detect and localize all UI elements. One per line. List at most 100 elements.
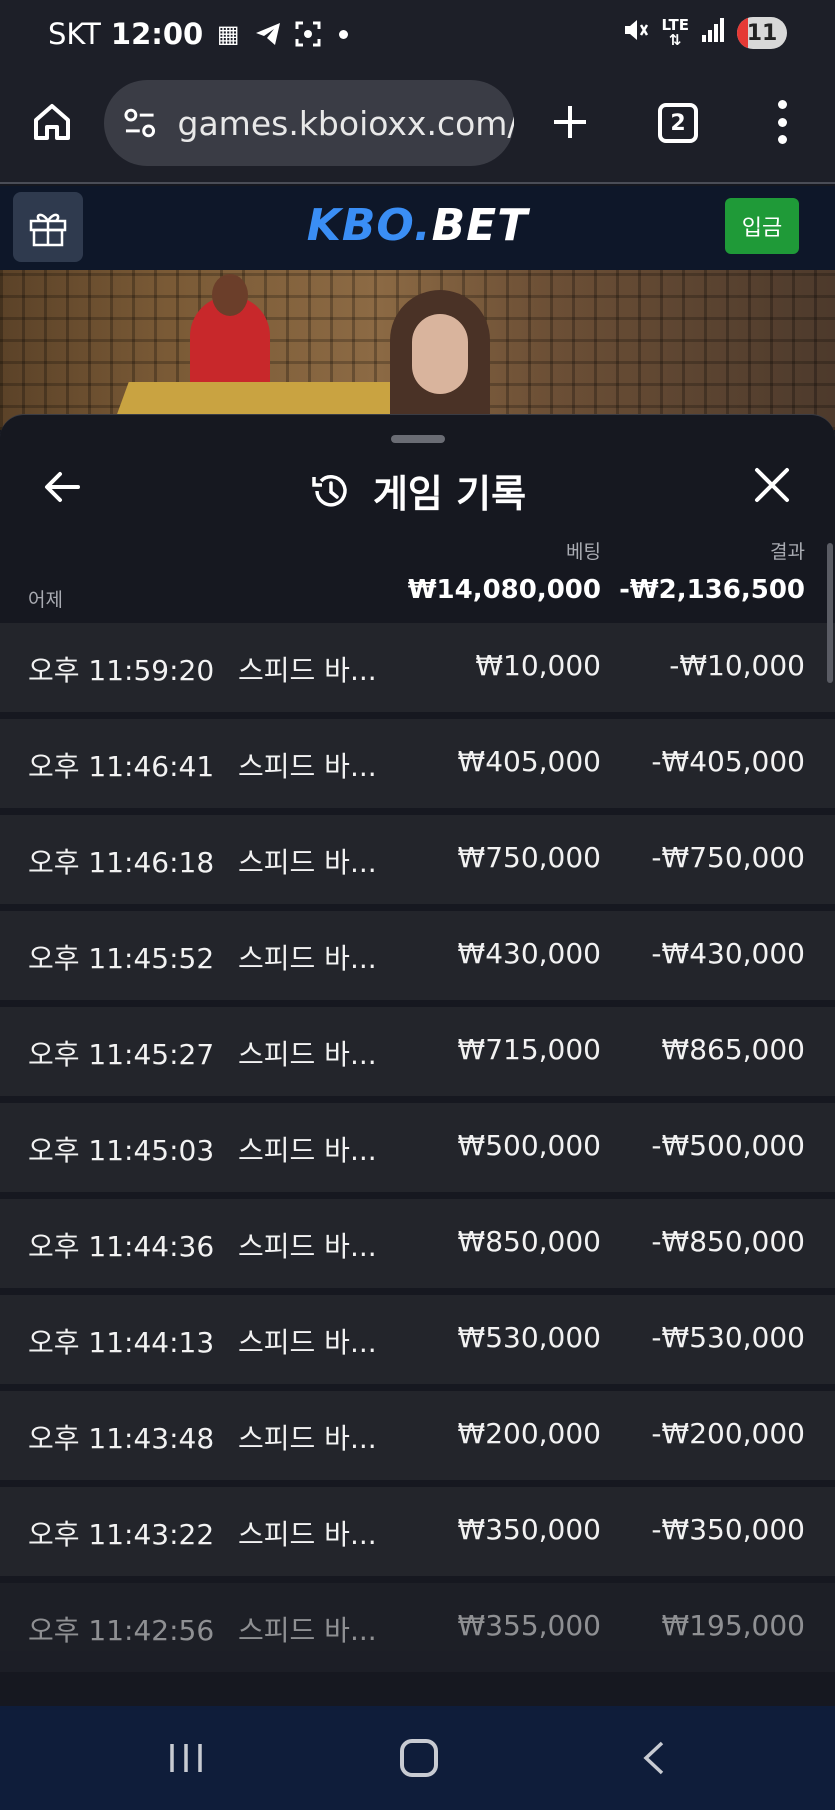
- row-bet: ₩355,000: [457, 1609, 601, 1642]
- row-result: -₩200,000: [651, 1417, 805, 1450]
- game-history-panel: 게임 기록 베팅 결과 어제 ₩14,080,000 -₩2,136,500 오…: [0, 414, 835, 1706]
- row-time: 오후 11:46:18: [28, 846, 215, 879]
- close-icon: [755, 468, 789, 502]
- row-game: 스피드 바...: [238, 1326, 377, 1359]
- system-home-button[interactable]: [400, 1739, 438, 1777]
- recents-icon: [170, 1744, 202, 1772]
- row-bet: ₩405,000: [457, 745, 601, 778]
- row-game: 스피드 바...: [238, 750, 377, 783]
- history-row[interactable]: 오후 11:43:22 스피드 바... ₩350,000 -₩350,000: [0, 1487, 835, 1576]
- row-result: -₩405,000: [651, 745, 805, 778]
- date-group-label: 어제: [28, 589, 63, 611]
- history-row[interactable]: 오후 11:46:18 스피드 바... ₩750,000 -₩750,000: [0, 815, 835, 904]
- telegram-icon: [253, 19, 283, 49]
- history-row[interactable]: 오후 11:46:41 스피드 바... ₩405,000 -₩405,000: [0, 719, 835, 808]
- signal-icon: [701, 17, 725, 49]
- panel-title-text: 게임 기록: [372, 472, 527, 516]
- new-tab-button[interactable]: [548, 100, 592, 144]
- row-time: 오후 11:45:52: [28, 942, 215, 975]
- network-type-label: LTE: [661, 16, 689, 34]
- row-game: 스피드 바...: [238, 1518, 377, 1551]
- history-row[interactable]: 오후 11:59:20 스피드 바... ₩10,000 -₩10,000: [0, 623, 835, 712]
- row-bet: ₩750,000: [457, 841, 601, 874]
- row-result: -₩500,000: [651, 1129, 805, 1162]
- panel-title: 게임 기록: [0, 463, 835, 518]
- bet-column-header: 베팅: [566, 541, 601, 563]
- history-row[interactable]: 오후 11:43:48 스피드 바... ₩200,000 -₩200,000: [0, 1391, 835, 1480]
- browser-toolbar: games.kboioxx.com/ 2: [0, 70, 835, 184]
- history-icon: [312, 474, 347, 507]
- logo-text-bet: BET: [431, 200, 529, 251]
- history-row[interactable]: 오후 11:42:56 스피드 바... ₩355,000 ₩195,000: [0, 1583, 835, 1672]
- site-header: KBO.BET 입금: [0, 186, 835, 270]
- history-row[interactable]: 오후 11:45:03 스피드 바... ₩500,000 -₩500,000: [0, 1103, 835, 1192]
- dealer-figure-foreground: [390, 290, 490, 430]
- row-time: 오후 11:45:03: [28, 1134, 215, 1167]
- history-list: 오후 11:59:20 스피드 바... ₩10,000 -₩10,000 오후…: [0, 623, 835, 1679]
- battery-icon: 11: [737, 17, 787, 49]
- more-dot-icon: [777, 100, 787, 109]
- row-bet: ₩850,000: [457, 1225, 601, 1258]
- system-back-button[interactable]: [638, 1740, 668, 1776]
- plus-icon: [554, 106, 586, 138]
- scrollbar[interactable]: [827, 543, 833, 683]
- history-row[interactable]: 오후 11:45:52 스피드 바... ₩430,000 -₩430,000: [0, 911, 835, 1000]
- history-row[interactable]: 오후 11:44:36 스피드 바... ₩850,000 -₩850,000: [0, 1199, 835, 1288]
- row-bet: ₩500,000: [457, 1129, 601, 1162]
- row-time: 오후 11:46:41: [28, 750, 215, 783]
- row-result: -₩530,000: [651, 1321, 805, 1354]
- row-result: -₩350,000: [651, 1513, 805, 1546]
- browser-home-button[interactable]: [30, 100, 74, 144]
- row-result: ₩195,000: [661, 1609, 805, 1642]
- row-time: 오후 11:45:27: [28, 1038, 215, 1071]
- clock: 12:00: [110, 17, 204, 51]
- row-bet: ₩10,000: [475, 649, 601, 682]
- url-text[interactable]: games.kboioxx.com/: [178, 104, 514, 143]
- row-game: 스피드 바...: [238, 654, 377, 687]
- row-result: -₩430,000: [651, 937, 805, 970]
- mute-vibrate-icon: [623, 16, 649, 50]
- row-result: -₩750,000: [651, 841, 805, 874]
- screenshot-icon: [293, 19, 323, 49]
- recent-apps-button[interactable]: [168, 1742, 204, 1774]
- row-time: 오후 11:43:22: [28, 1518, 215, 1551]
- tab-switcher-button[interactable]: 2: [658, 103, 698, 143]
- qr-app-icon: ▦: [216, 20, 240, 48]
- row-bet: ₩430,000: [457, 937, 601, 970]
- site-settings-icon[interactable]: [122, 105, 158, 141]
- deposit-button[interactable]: 입금: [725, 198, 799, 254]
- home-icon: [34, 104, 70, 140]
- row-time: 오후 11:44:13: [28, 1326, 215, 1359]
- row-result: ₩865,000: [661, 1033, 805, 1066]
- carrier-label: SKT: [48, 17, 101, 51]
- live-game-video[interactable]: [0, 270, 835, 430]
- status-bar-left: SKT 12:00 ▦: [48, 14, 349, 54]
- row-game: 스피드 바...: [238, 942, 377, 975]
- row-time: 오후 11:43:48: [28, 1422, 215, 1455]
- system-nav-bar: [0, 1706, 835, 1810]
- result-column-header: 결과: [770, 541, 805, 563]
- row-game: 스피드 바...: [238, 1038, 377, 1071]
- row-result: -₩10,000: [669, 649, 805, 682]
- more-dot-icon: [777, 135, 787, 144]
- status-bar-right: LTE ⇅ 11: [623, 16, 787, 50]
- row-time: 오후 11:44:36: [28, 1230, 215, 1263]
- row-result: -₩850,000: [651, 1225, 805, 1258]
- tab-count: 2: [670, 110, 686, 136]
- browser-menu-button[interactable]: [776, 100, 788, 144]
- close-button[interactable]: [752, 465, 792, 505]
- history-row[interactable]: 오후 11:45:27 스피드 바... ₩715,000 ₩865,000: [0, 1007, 835, 1096]
- drag-handle[interactable]: [391, 435, 445, 443]
- address-bar[interactable]: games.kboioxx.com/: [104, 80, 514, 166]
- row-game: 스피드 바...: [238, 1614, 377, 1647]
- history-row[interactable]: 오후 11:44:13 스피드 바... ₩530,000 -₩530,000: [0, 1295, 835, 1384]
- notification-dot-icon: [339, 29, 349, 39]
- lte-indicator: LTE ⇅: [661, 16, 689, 49]
- status-bar: SKT 12:00 ▦ LTE ⇅ 11: [0, 0, 835, 70]
- row-game: 스피드 바...: [238, 846, 377, 879]
- logo-text-kbo: KBO.: [306, 200, 432, 251]
- row-bet: ₩715,000: [457, 1033, 601, 1066]
- site-logo[interactable]: KBO.BET: [0, 200, 835, 251]
- deposit-label: 입금: [741, 216, 783, 241]
- row-game: 스피드 바...: [238, 1422, 377, 1455]
